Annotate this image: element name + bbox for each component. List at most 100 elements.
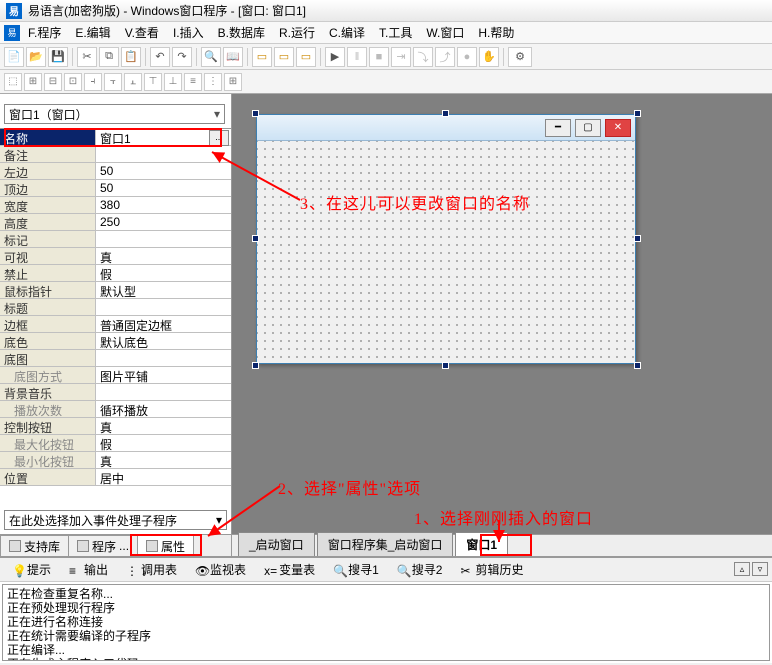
- property-value[interactable]: [96, 231, 231, 247]
- menu-window[interactable]: W.窗口: [420, 22, 470, 43]
- property-value[interactable]: 250: [96, 214, 231, 230]
- property-value[interactable]: 普通固定边框: [96, 316, 231, 332]
- property-value[interactable]: 默认型: [96, 282, 231, 298]
- stepout-icon[interactable]: ⤴: [435, 47, 455, 67]
- property-row[interactable]: 备注: [0, 146, 231, 163]
- tab-support-lib[interactable]: 支持库: [0, 535, 69, 556]
- compile-icon[interactable]: ⚙: [508, 47, 532, 67]
- minimize-button[interactable]: ━: [545, 119, 571, 137]
- resize-handle[interactable]: [252, 110, 259, 117]
- property-row[interactable]: 名称窗口1: [0, 129, 231, 146]
- align9-icon[interactable]: ⊥: [164, 73, 182, 91]
- property-value[interactable]: [96, 146, 231, 162]
- property-row[interactable]: 顶边50: [0, 180, 231, 197]
- pause-icon[interactable]: ‖: [347, 47, 367, 67]
- align3-icon[interactable]: ⊟: [44, 73, 62, 91]
- property-row[interactable]: 背景音乐: [0, 384, 231, 401]
- property-value[interactable]: 窗口1: [96, 129, 231, 145]
- property-value[interactable]: 真: [96, 418, 231, 434]
- menu-run[interactable]: R.运行: [273, 22, 321, 43]
- tab-program[interactable]: 程序...: [68, 535, 138, 556]
- property-row[interactable]: 控制按钮真: [0, 418, 231, 435]
- tab-search2[interactable]: 🔍搜寻2: [389, 558, 451, 581]
- align10-icon[interactable]: ≡: [184, 73, 202, 91]
- tab-cliphistory[interactable]: ✂剪辑历史: [452, 558, 531, 581]
- property-value[interactable]: 380: [96, 197, 231, 213]
- book-icon[interactable]: 📖: [223, 47, 243, 67]
- property-value[interactable]: 居中: [96, 469, 231, 485]
- property-row[interactable]: 底图: [0, 350, 231, 367]
- open-icon[interactable]: 📂: [26, 47, 46, 67]
- copy-icon[interactable]: ⧉: [99, 47, 119, 67]
- property-row[interactable]: 标题: [0, 299, 231, 316]
- property-value[interactable]: 50: [96, 180, 231, 196]
- stepover-icon[interactable]: ⤵: [413, 47, 433, 67]
- property-value[interactable]: [96, 350, 231, 366]
- property-value[interactable]: [96, 384, 231, 400]
- menu-edit[interactable]: E.编辑: [69, 22, 116, 43]
- property-row[interactable]: 位置居中: [0, 469, 231, 486]
- tab-properties[interactable]: 属性: [137, 535, 194, 556]
- property-value[interactable]: 循环播放: [96, 401, 231, 417]
- property-row[interactable]: 最小化按钮真: [0, 452, 231, 469]
- close-button[interactable]: ✕: [605, 119, 631, 137]
- panel-max-icon[interactable]: ▿: [752, 562, 768, 576]
- property-value[interactable]: 真: [96, 248, 231, 264]
- tab-window1[interactable]: 窗口1: [455, 532, 508, 556]
- menu-view[interactable]: V.查看: [119, 22, 165, 43]
- resize-handle[interactable]: [634, 362, 641, 369]
- resize-handle[interactable]: [442, 362, 449, 369]
- property-value[interactable]: 假: [96, 435, 231, 451]
- maximize-button[interactable]: ▢: [575, 119, 601, 137]
- new-icon[interactable]: 📄: [4, 47, 24, 67]
- object-combo[interactable]: 窗口1（窗口）: [4, 104, 225, 124]
- resize-handle[interactable]: [442, 110, 449, 117]
- save-icon[interactable]: 💾: [48, 47, 68, 67]
- align6-icon[interactable]: ⫟: [104, 73, 122, 91]
- form-window[interactable]: ━ ▢ ✕: [256, 114, 636, 364]
- resize-handle[interactable]: [634, 110, 641, 117]
- property-value[interactable]: 图片平铺: [96, 367, 231, 383]
- menu-insert[interactable]: I.插入: [167, 22, 210, 43]
- align1-icon[interactable]: ⬚: [4, 73, 22, 91]
- align2-icon[interactable]: ⊞: [24, 73, 42, 91]
- tab-callstack[interactable]: ⋮⋮调用表: [118, 558, 185, 581]
- breakpoint-icon[interactable]: ●: [457, 47, 477, 67]
- cut-icon[interactable]: ✂: [77, 47, 97, 67]
- run-icon[interactable]: ▶: [325, 47, 345, 67]
- tab-program-set[interactable]: 窗口程序集_启动窗口: [317, 532, 454, 556]
- menu-tools[interactable]: T.工具: [373, 22, 418, 43]
- find-icon[interactable]: 🔍: [201, 47, 221, 67]
- event-combo[interactable]: 在此处选择加入事件处理子程序: [4, 510, 227, 530]
- tab-vars[interactable]: x=变量表: [256, 558, 323, 581]
- property-row[interactable]: 最大化按钮假: [0, 435, 231, 452]
- hand-icon[interactable]: ✋: [479, 47, 499, 67]
- property-value[interactable]: 50: [96, 163, 231, 179]
- resize-handle[interactable]: [252, 235, 259, 242]
- property-row[interactable]: 底图方式图片平铺: [0, 367, 231, 384]
- property-row[interactable]: 高度250: [0, 214, 231, 231]
- align12-icon[interactable]: ⊞: [224, 73, 242, 91]
- stop-icon[interactable]: ■: [369, 47, 389, 67]
- property-row[interactable]: 底色默认底色: [0, 333, 231, 350]
- tab-start-window[interactable]: _启动窗口: [238, 532, 315, 556]
- tab-search1[interactable]: 🔍搜寻1: [325, 558, 387, 581]
- window3-icon[interactable]: ▭: [296, 47, 316, 67]
- step-icon[interactable]: ⇥: [391, 47, 411, 67]
- resize-handle[interactable]: [252, 362, 259, 369]
- property-value[interactable]: 真: [96, 452, 231, 468]
- property-row[interactable]: 播放次数循环播放: [0, 401, 231, 418]
- undo-icon[interactable]: ↶: [150, 47, 170, 67]
- align11-icon[interactable]: ⋮: [204, 73, 222, 91]
- window2-icon[interactable]: ▭: [274, 47, 294, 67]
- align5-icon[interactable]: ⫞: [84, 73, 102, 91]
- property-value[interactable]: 假: [96, 265, 231, 281]
- menu-program[interactable]: F.程序: [22, 22, 67, 43]
- redo-icon[interactable]: ↷: [172, 47, 192, 67]
- property-value[interactable]: 默认底色: [96, 333, 231, 349]
- tab-hint[interactable]: 💡提示: [4, 558, 59, 581]
- menu-database[interactable]: B.数据库: [212, 22, 271, 43]
- property-row[interactable]: 宽度380: [0, 197, 231, 214]
- property-row[interactable]: 标记: [0, 231, 231, 248]
- tab-output[interactable]: ≡输出: [61, 558, 116, 581]
